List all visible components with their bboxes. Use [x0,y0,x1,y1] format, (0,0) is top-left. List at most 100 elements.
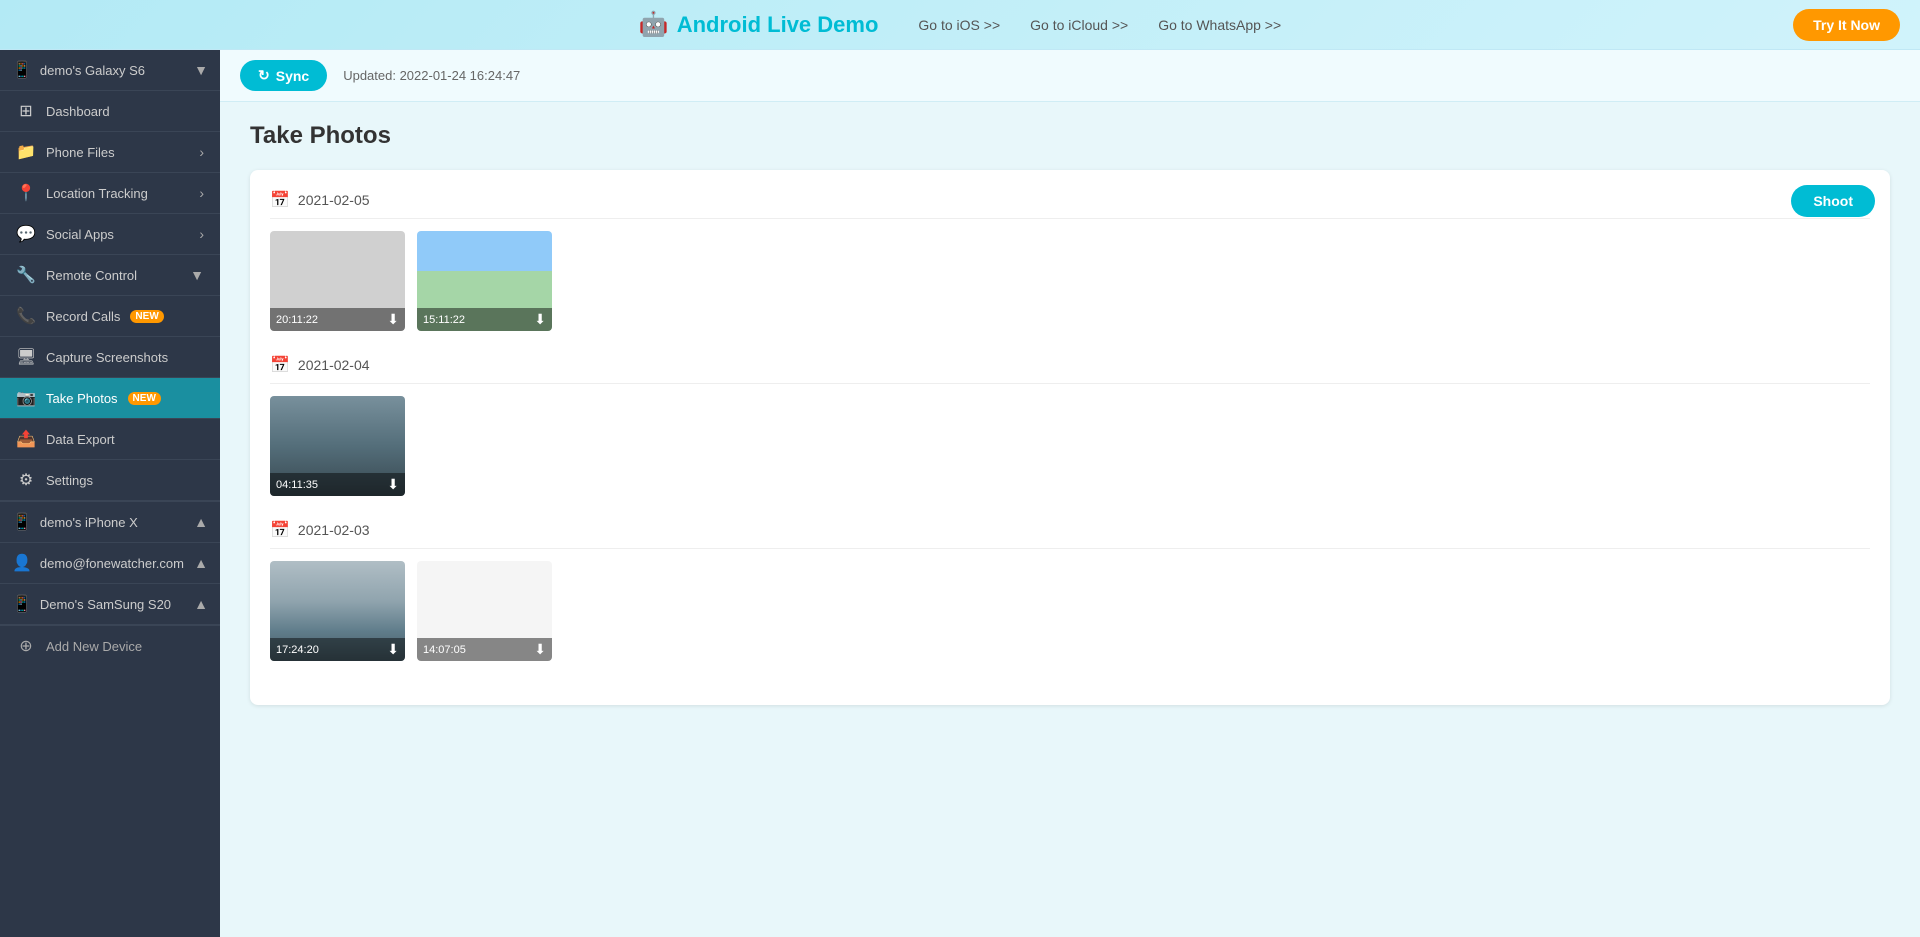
photo-overlay-5: 14:07:05 ⬇ [417,638,552,661]
brand-title: Android Live Demo [677,12,879,38]
sidebar-item-phone-files[interactable]: 📁 Phone Files › [0,132,220,173]
social-apps-label: Social Apps [46,227,114,242]
chevron-up-icon-3: ▲ [194,596,208,612]
photo-time-4: 17:24:20 [276,644,319,656]
iphone-icon: 📱 [12,512,32,532]
screenshots-icon: 🖥 [16,347,36,367]
photo-thumb-5[interactable]: 14:07:05 ⬇ [417,561,552,661]
take-photos-label: Take Photos [46,391,118,406]
device-phone-icon: 📱 [12,60,32,80]
top-bar: 🤖 Android Live Demo Go to iOS >> Go to i… [0,0,1920,50]
sidebar-item-remote-control[interactable]: 🔧 Remote Control ▼ [0,255,220,296]
photo-time-2: 15:11:22 [423,314,465,326]
sidebar-item-data-export[interactable]: 📤 Data Export [0,419,220,460]
samsung-s20-label: Demo's SamSung S20 [40,597,171,612]
add-device-label: Add New Device [46,639,142,654]
nav-link-icloud[interactable]: Go to iCloud >> [1030,17,1128,33]
chevron-right-icon-3: › [199,226,204,242]
date-section-3: 📅 2021-02-03 17:24:20 ⬇ [270,520,1870,661]
dashboard-icon: ⊞ [16,101,36,121]
chevron-right-icon: › [199,144,204,160]
date-section-2: 📅 2021-02-04 04:11:35 ⬇ [270,355,1870,496]
settings-icon: ⚙ [16,470,36,490]
date-header-1: 📅 2021-02-05 [270,190,1870,219]
chevron-down-icon-2: ▼ [190,267,204,283]
try-it-now-button[interactable]: Try It Now [1793,9,1900,41]
updated-text: Updated: 2022-01-24 16:24:47 [343,68,520,83]
photo-grid-3: 17:24:20 ⬇ 14:07:05 ⬇ [270,561,1870,661]
date-header-3: 📅 2021-02-03 [270,520,1870,549]
sync-icon: ↻ [258,67,270,84]
sync-button[interactable]: ↻ Sync [240,60,327,91]
photo-time-5: 14:07:05 [423,644,466,656]
sidebar-item-capture-screenshots[interactable]: 🖥 Capture Screenshots [0,337,220,378]
location-tracking-label: Location Tracking [46,186,148,201]
photo-grid-2: 04:11:35 ⬇ [270,396,1870,496]
page-content: Take Photos Shoot 📅 2021-02-05 20:11:22 … [220,102,1920,937]
remote-control-label: Remote Control [46,268,137,283]
photos-container: Shoot 📅 2021-02-05 20:11:22 ⬇ [250,170,1890,705]
location-icon: 📍 [16,183,36,203]
top-nav: Go to iOS >> Go to iCloud >> Go to Whats… [918,17,1281,33]
download-icon-2[interactable]: ⬇ [534,311,546,328]
settings-label: Settings [46,473,93,488]
brand-logo: 🤖 Android Live Demo [639,10,879,39]
photo-time-3: 04:11:35 [276,479,318,491]
sidebar-item-record-calls[interactable]: 📞 Record Calls NEW [0,296,220,337]
sidebar-item-social-apps[interactable]: 💬 Social Apps › [0,214,220,255]
iphone-x-label: demo's iPhone X [40,515,138,530]
phone-files-icon: 📁 [16,142,36,162]
download-icon-5[interactable]: ⬇ [534,641,546,658]
sync-bar: ↻ Sync Updated: 2022-01-24 16:24:47 [220,50,1920,102]
sidebar-item-dashboard[interactable]: ⊞ Dashboard [0,91,220,132]
sidebar-item-location-tracking[interactable]: 📍 Location Tracking › [0,173,220,214]
device-samsung-s20[interactable]: 📱 Demo's SamSung S20 ▲ [0,584,220,625]
dashboard-label: Dashboard [46,104,110,119]
date-label-3: 2021-02-03 [298,522,370,538]
email-label: demo@fonewatcher.com [40,556,184,571]
shoot-button[interactable]: Shoot [1791,185,1875,217]
device-iphone-x[interactable]: 📱 demo's iPhone X ▲ [0,502,220,543]
add-new-device-button[interactable]: ⊕ Add New Device [0,626,220,666]
nav-link-ios[interactable]: Go to iOS >> [918,17,1000,33]
photo-time-1: 20:11:22 [276,314,318,326]
remote-icon: 🔧 [16,265,36,285]
date-section-1: 📅 2021-02-05 20:11:22 ⬇ [270,190,1870,331]
device-galaxy-s6-label: demo's Galaxy S6 [40,63,145,78]
android-icon: 🤖 [639,10,669,39]
photo-thumb-4[interactable]: 17:24:20 ⬇ [270,561,405,661]
photo-thumb-3[interactable]: 04:11:35 ⬇ [270,396,405,496]
chevron-up-icon: ▲ [194,514,208,530]
nav-link-whatsapp[interactable]: Go to WhatsApp >> [1158,17,1281,33]
calendar-icon-2: 📅 [270,355,290,375]
chevron-up-icon-2: ▲ [194,555,208,571]
calendar-icon-1: 📅 [270,190,290,210]
content-area: ↻ Sync Updated: 2022-01-24 16:24:47 Take… [220,50,1920,937]
data-export-icon: 📤 [16,429,36,449]
chevron-down-icon: ▼ [194,62,208,78]
user-icon: 👤 [12,553,32,573]
data-export-label: Data Export [46,432,115,447]
date-label-1: 2021-02-05 [298,192,370,208]
photo-thumb-1[interactable]: 20:11:22 ⬇ [270,231,405,331]
photo-overlay-4: 17:24:20 ⬇ [270,638,405,661]
sidebar-item-settings[interactable]: ⚙ Settings [0,460,220,501]
sidebar-item-take-photos[interactable]: 📷 Take Photos NEW [0,378,220,419]
sync-label: Sync [276,68,309,84]
device-email[interactable]: 👤 demo@fonewatcher.com ▲ [0,543,220,584]
photo-overlay-1: 20:11:22 ⬇ [270,308,405,331]
sidebar: 📱 demo's Galaxy S6 ▼ ⊞ Dashboard 📁 Phone… [0,50,220,937]
download-icon-4[interactable]: ⬇ [387,641,399,658]
calendar-icon-3: 📅 [270,520,290,540]
photo-grid-1: 20:11:22 ⬇ 15:11:22 ⬇ [270,231,1870,331]
download-icon-3[interactable]: ⬇ [387,476,399,493]
device-galaxy-s6[interactable]: 📱 demo's Galaxy S6 ▼ [0,50,220,91]
photo-thumb-2[interactable]: 15:11:22 ⬇ [417,231,552,331]
record-calls-badge: NEW [130,310,163,323]
date-label-2: 2021-02-04 [298,357,370,373]
page-title: Take Photos [250,122,1890,150]
download-icon-1[interactable]: ⬇ [387,311,399,328]
social-icon: 💬 [16,224,36,244]
main-layout: 📱 demo's Galaxy S6 ▼ ⊞ Dashboard 📁 Phone… [0,50,1920,937]
record-calls-label: Record Calls [46,309,120,324]
